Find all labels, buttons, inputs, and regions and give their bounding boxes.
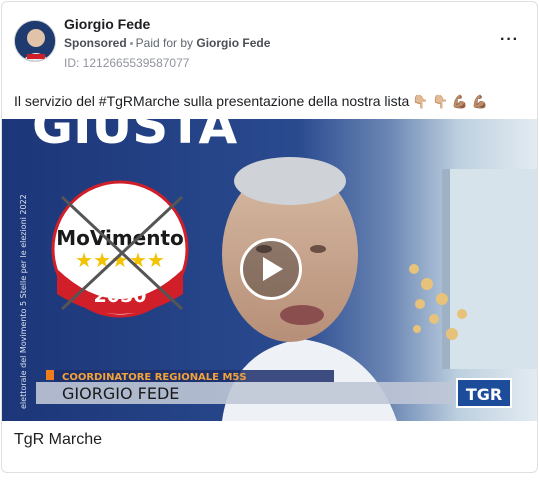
sponsored-label: Sponsored [64, 36, 127, 50]
logo-word: MoVimento [56, 226, 184, 250]
sponsor-line: Sponsored Paid for by Giorgio Fede [64, 36, 270, 50]
ad-card: Giorgio Fede Sponsored Paid for by Giorgi… [1, 1, 538, 473]
lower-third-name: GIORGIO FEDE [62, 384, 179, 403]
side-text: elettorale del Movimento 5 Stelle per le… [19, 194, 28, 409]
play-icon[interactable] [240, 238, 302, 300]
more-options-icon[interactable]: ··· [500, 32, 519, 48]
avatar[interactable] [14, 20, 56, 62]
dot-separator [129, 42, 133, 46]
ad-id: ID: 1212665539587077 [64, 56, 190, 70]
tgr-logo-text: TGR [466, 385, 502, 404]
post-text: Il servizio del #TgRMarche sulla present… [14, 93, 488, 110]
video-caption[interactable]: TgR Marche [14, 431, 102, 449]
post-emojis: 👇🏼 👇🏼 💪🏽 💪🏽 [412, 94, 488, 109]
post-text-content: Il servizio del #TgRMarche sulla present… [14, 93, 410, 109]
author-name[interactable]: Giorgio Fede [64, 16, 150, 32]
avatar-portrait [15, 21, 55, 61]
banner-text: GIUSTA [32, 119, 237, 155]
logo-year: 2050 [94, 285, 147, 307]
play-triangle [263, 257, 283, 281]
lower-third-role: COORDINATORE REGIONALE M5S [62, 372, 247, 383]
paid-for-prefix: Paid for by [135, 36, 194, 50]
paid-for-by-name[interactable]: Giorgio Fede [196, 36, 270, 50]
